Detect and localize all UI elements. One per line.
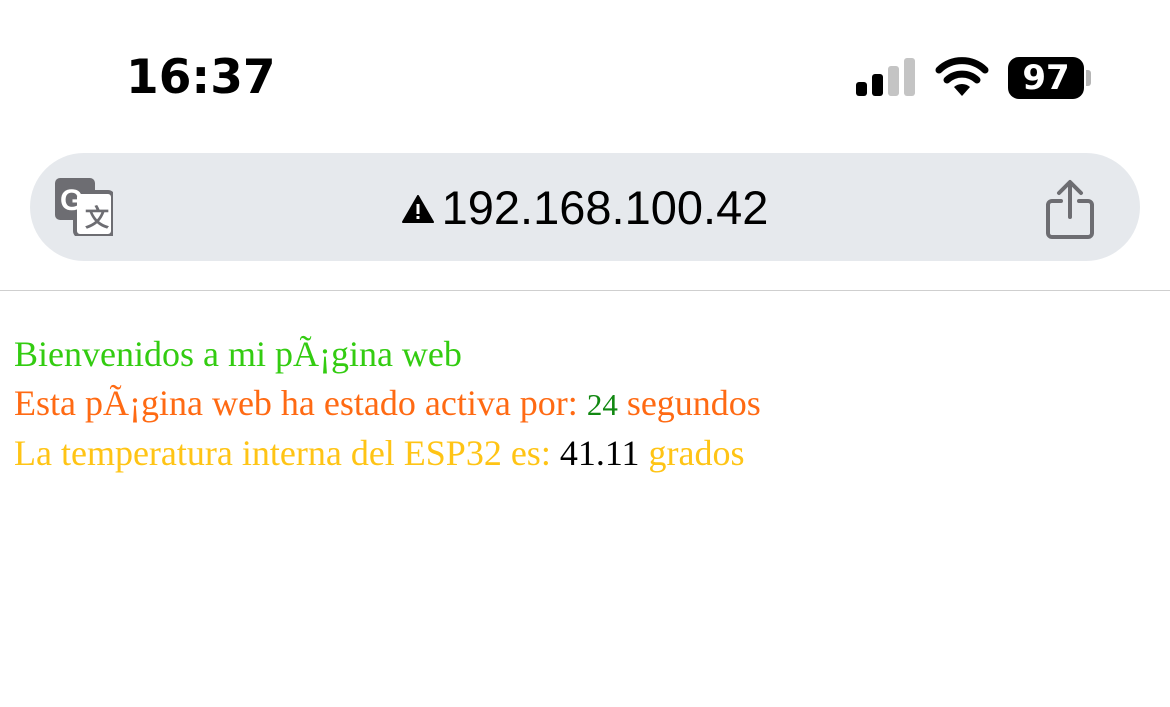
status-bar: 16:37 97	[0, 0, 1170, 140]
url-text[interactable]: 192.168.100.42	[442, 180, 769, 235]
battery-nub	[1086, 70, 1091, 86]
welcome-text: Bienvenidos a mi pÃ¡gina web	[14, 334, 462, 374]
temperature-unit: grados	[639, 433, 745, 473]
url-display[interactable]: 192.168.100.42	[30, 153, 1140, 261]
status-time: 16:37	[126, 50, 276, 105]
battery-indicator: 97	[1008, 57, 1084, 99]
address-bar[interactable]: G 文 192.168.100.42	[30, 153, 1140, 261]
uptime-value: 24	[586, 387, 618, 422]
warning-icon	[401, 195, 434, 223]
signal-strength-icon	[856, 58, 915, 96]
wifi-icon	[935, 57, 989, 96]
page-content: Bienvenidos a mi pÃ¡gina web Esta pÃ¡gin…	[14, 330, 761, 478]
share-icon[interactable]	[1044, 179, 1096, 241]
uptime-unit: segundos	[617, 383, 761, 423]
temperature-value: 41.11	[559, 433, 640, 473]
toolbar-divider	[0, 290, 1170, 291]
uptime-line: Esta pÃ¡gina web ha estado activa por: 2…	[14, 379, 761, 429]
temperature-line: La temperatura interna del ESP32 es: 41.…	[14, 429, 761, 478]
uptime-label: Esta pÃ¡gina web ha estado activa por:	[14, 383, 587, 423]
temperature-label: La temperatura interna del ESP32 es:	[14, 433, 560, 473]
